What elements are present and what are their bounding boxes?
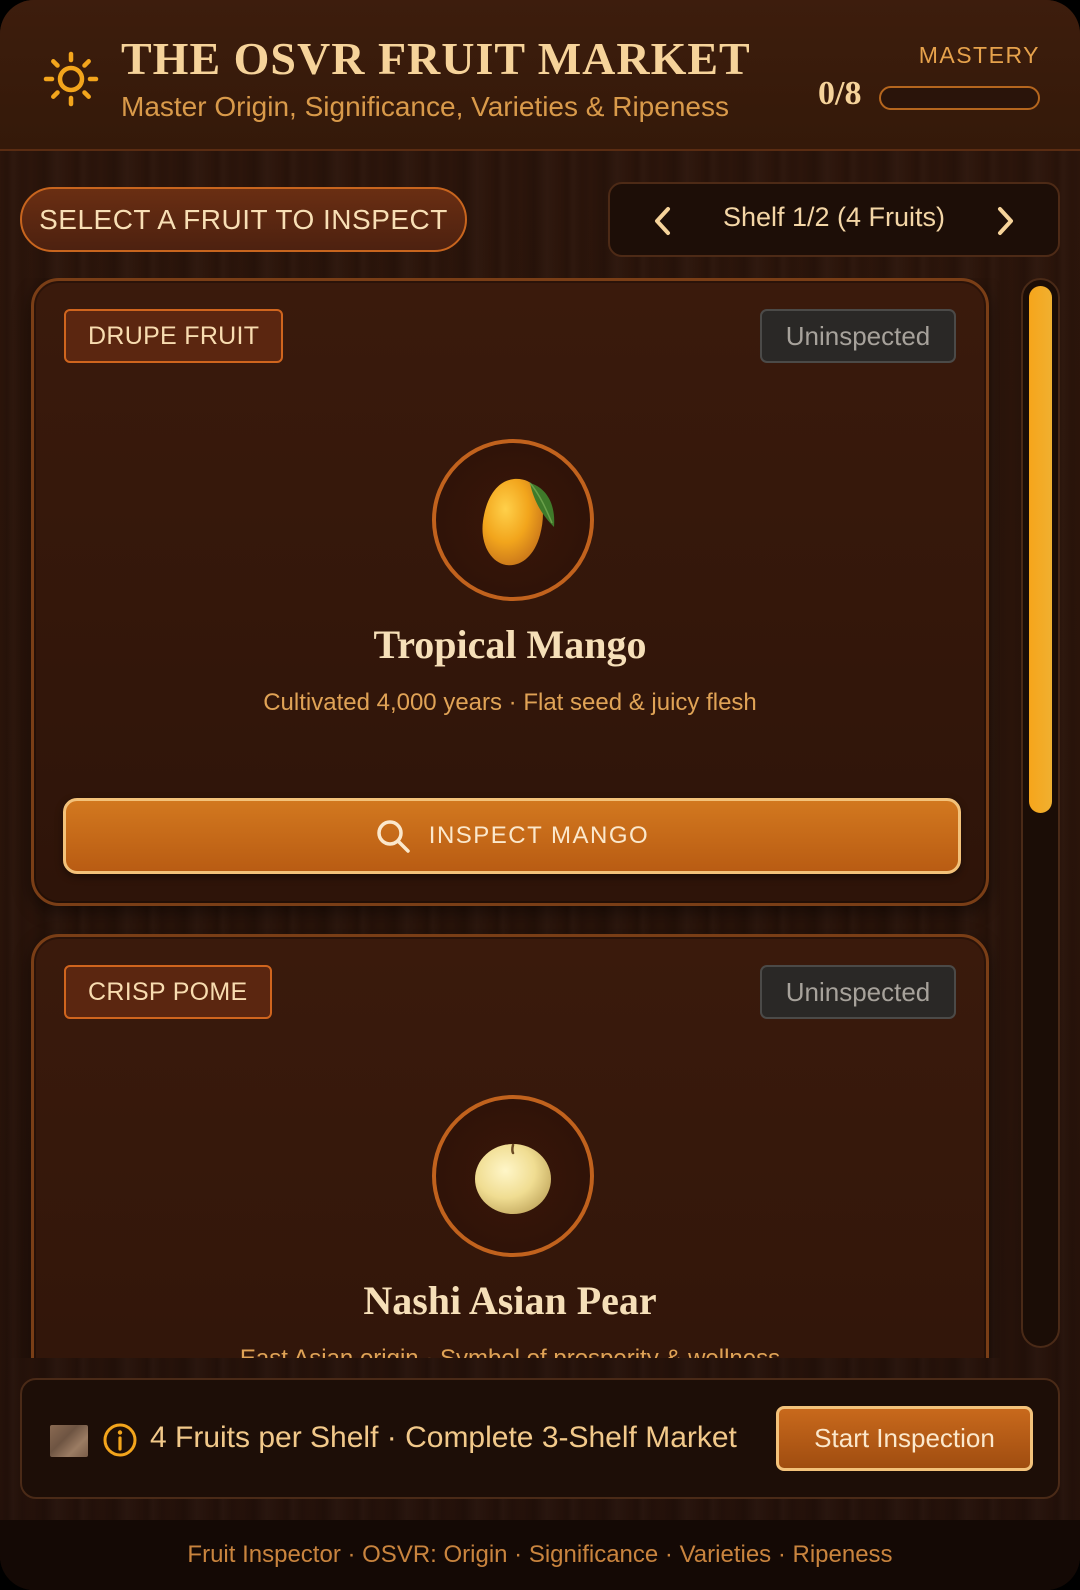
app-window: THE OSVR FRUIT MARKET Master Origin, Sig… — [0, 0, 1080, 1590]
page-subtitle: Master Origin, Significance, Varieties &… — [121, 91, 729, 122]
fruit-image-frame[interactable] — [432, 1095, 594, 1257]
mastery-count: 0/8 — [818, 75, 862, 112]
footer: Fruit Inspector · OSVR: Origin · Signifi… — [0, 1520, 1080, 1590]
inspect-button-label: INSPECT MANGO — [428, 822, 650, 849]
bottom-bar: 4 Fruits per Shelf · Complete 3-Shelf Ma… — [20, 1378, 1060, 1499]
shelf-navigator: Shelf 1/2 (4 Fruits) — [608, 182, 1060, 257]
fruit-name: Nashi Asian Pear — [363, 1278, 657, 1323]
fruit-image-frame[interactable] — [432, 439, 594, 601]
sun-icon — [43, 51, 99, 107]
shelf-info-text: 4 Fruits per Shelf · Complete 3-Shelf Ma… — [150, 1421, 737, 1454]
fruit-category-tag: CRISP POME — [64, 965, 272, 1019]
shelf-prev-button[interactable] — [640, 198, 686, 244]
scrollbar[interactable] — [1021, 278, 1060, 1348]
search-icon — [377, 820, 410, 853]
start-inspection-button[interactable]: Start Inspection — [776, 1406, 1033, 1471]
status-badge: Uninspected — [760, 965, 956, 1019]
header: THE OSVR FRUIT MARKET Master Origin, Sig… — [0, 0, 1080, 151]
scrollbar-thumb[interactable] — [1029, 286, 1052, 813]
shelf-next-button[interactable] — [982, 198, 1028, 244]
mastery-progress-bar — [879, 86, 1040, 110]
shelf-label: Shelf 1/2 (4 Fruits) — [722, 202, 946, 232]
asian-pear-image — [475, 1143, 551, 1214]
info-icon — [103, 1423, 137, 1457]
fruit-card: CRISP POME Uninspected Nashi Asian Pear — [31, 934, 989, 1358]
mango-image — [482, 478, 555, 566]
chevron-left-icon — [655, 207, 670, 235]
fruit-description: Cultivated 4,000 years · Flat seed & jui… — [263, 689, 757, 716]
fruit-description: East Asian origin · Symbol of prosperity… — [34, 1345, 986, 1358]
fruit-category-tag: DRUPE FRUIT — [64, 309, 284, 363]
select-fruit-label: SELECT A FRUIT TO INSPECT — [20, 187, 467, 252]
status-badge: Uninspected — [760, 309, 956, 363]
fruit-card: DRUPE FRUIT Uninspected Tropical Mango C… — [31, 278, 989, 906]
chevron-right-icon — [998, 207, 1013, 235]
wood-swatch-icon — [50, 1425, 88, 1457]
mastery-label: MASTERY — [918, 42, 1040, 68]
page-title: THE OSVR FRUIT MARKET — [121, 33, 751, 84]
fruit-list[interactable]: DRUPE FRUIT Uninspected Tropical Mango C… — [0, 278, 1000, 1358]
fruit-name: Tropical Mango — [373, 622, 647, 667]
inspect-mango-button[interactable]: INSPECT MANGO — [63, 798, 961, 874]
